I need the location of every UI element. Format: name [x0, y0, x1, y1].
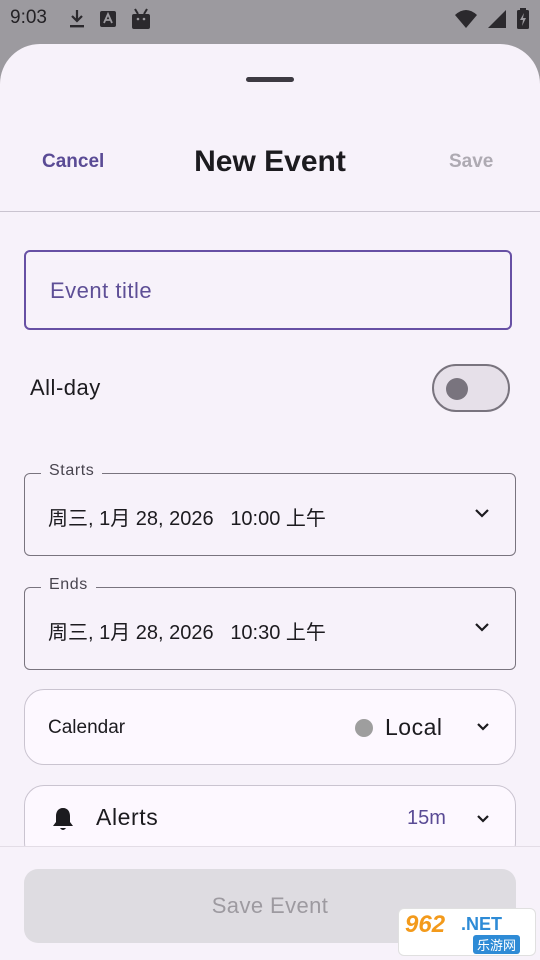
calendar-label: Calendar — [48, 717, 126, 738]
android-icon — [132, 8, 150, 29]
watermark-net: .NET — [461, 914, 503, 934]
battery-icon — [517, 8, 529, 29]
starts-value: 周三, 1月 28, 2026 10:00 上午 — [48, 508, 326, 530]
alerts-label: Alerts — [96, 804, 159, 830]
drag-handle[interactable] — [246, 77, 294, 82]
allday-label: All-day — [30, 375, 101, 400]
wifi-icon — [455, 10, 477, 28]
status-time: 9:03 — [10, 7, 47, 28]
calendar-color-dot — [355, 719, 373, 737]
chevron-down-icon — [475, 509, 489, 518]
ends-value: 周三, 1月 28, 2026 10:30 上午 — [48, 622, 326, 644]
allday-toggle[interactable] — [432, 364, 510, 412]
status-icons-right — [454, 8, 530, 30]
starts-field[interactable]: Starts 周三, 1月 28, 2026 10:00 上午 — [24, 462, 516, 556]
download-icon — [70, 10, 84, 28]
bell-icon — [53, 808, 73, 830]
status-bar: 9:03 — [0, 0, 540, 38]
starts-label: Starts — [41, 462, 103, 480]
watermark-site: 乐游网 — [473, 935, 521, 954]
calendar-value: Local — [385, 714, 443, 740]
watermark-logo: 962 .NET 乐游网 — [398, 908, 536, 956]
event-title-field[interactable] — [24, 250, 512, 330]
chevron-down-icon — [477, 723, 489, 731]
signal-icon — [488, 10, 506, 28]
alerts-value: 15m — [407, 807, 446, 829]
calendar-selector[interactable]: Calendar Local — [24, 689, 516, 765]
ends-field[interactable]: Ends 周三, 1月 28, 2026 10:30 上午 — [24, 576, 516, 670]
translate-icon — [100, 11, 116, 27]
status-icons-left — [68, 8, 152, 30]
new-event-sheet: Cancel New Event Save All-day Starts 周三,… — [0, 44, 540, 960]
header-divider — [0, 211, 540, 212]
event-title-input[interactable] — [48, 252, 492, 330]
watermark-number: 962 — [405, 911, 446, 938]
chevron-down-icon — [475, 623, 489, 632]
chevron-down-icon — [477, 815, 489, 823]
save-button[interactable]: Save — [449, 151, 493, 173]
ends-label: Ends — [41, 576, 96, 594]
toggle-knob — [446, 378, 468, 400]
